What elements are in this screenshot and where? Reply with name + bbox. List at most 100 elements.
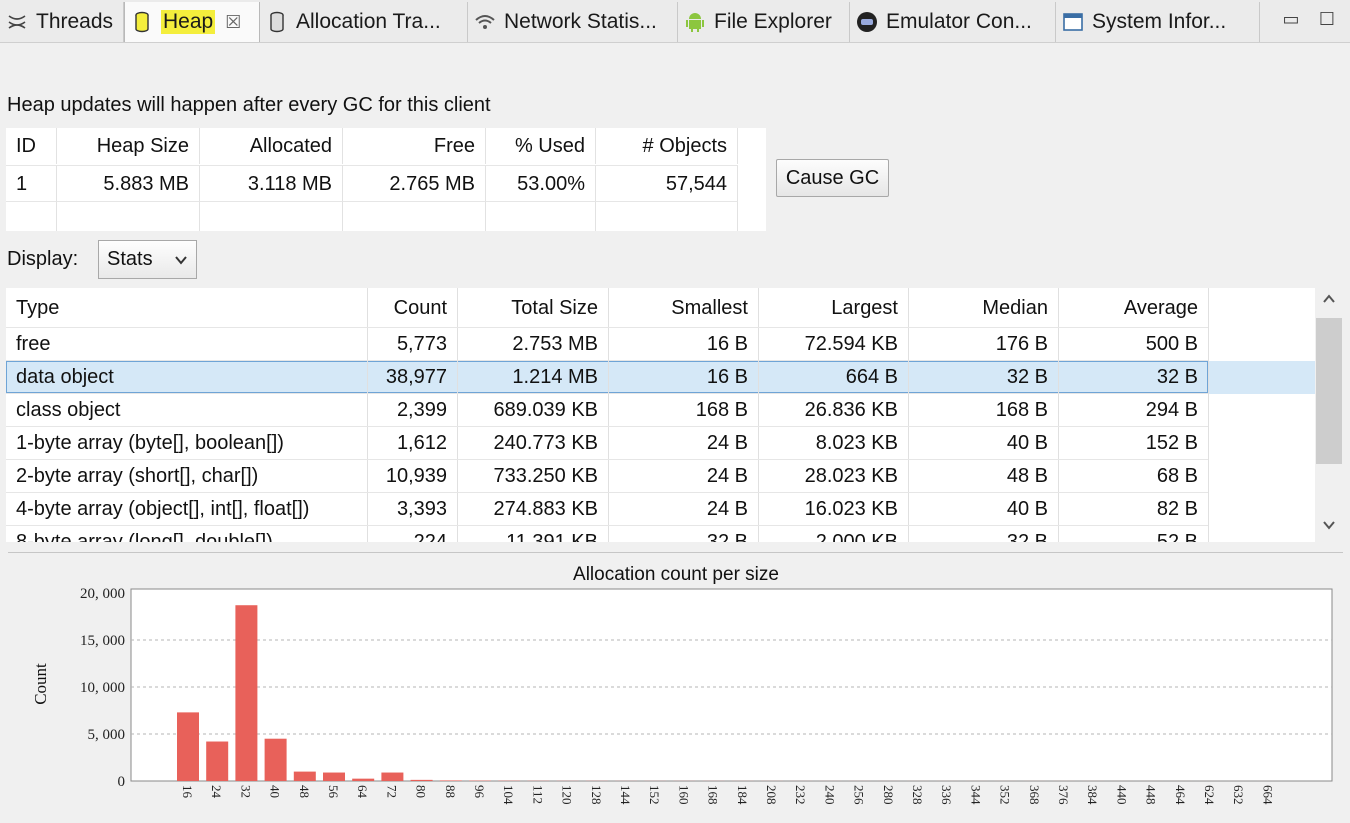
chevron-down-icon — [174, 250, 188, 273]
x-tick-label: 152 — [647, 785, 662, 805]
column-header[interactable]: Count — [368, 288, 458, 328]
tab-label: Allocation Tra... — [296, 10, 441, 34]
chart-bar — [323, 773, 345, 781]
column-header[interactable]: Smallest — [609, 288, 759, 328]
x-tick-label: 328 — [910, 785, 925, 805]
table-row[interactable]: class object2,399689.039 KB168 B26.836 K… — [6, 394, 1315, 427]
empty-cell — [486, 201, 596, 231]
window-icon — [1062, 11, 1084, 33]
x-tick-label: 440 — [1114, 785, 1129, 805]
cause-gc-button[interactable]: Cause GC — [776, 159, 889, 197]
x-tick-label: 184 — [735, 785, 750, 805]
column-header[interactable]: Largest — [759, 288, 909, 328]
scroll-up-icon[interactable] — [1315, 292, 1343, 310]
empty-cell — [6, 201, 57, 231]
table-cell: 82 B — [1059, 493, 1209, 526]
column-header[interactable]: Type — [6, 288, 368, 328]
android-icon — [684, 11, 706, 33]
table-cell: 68 B — [1059, 460, 1209, 493]
table-cell: 1,612 — [368, 427, 458, 460]
x-tick-label: 240 — [822, 785, 837, 805]
x-tick-label: 336 — [939, 785, 954, 805]
table-cell: 500 B — [1059, 328, 1209, 361]
table-cell: 168 B — [609, 394, 759, 427]
table-cell: 32 B — [609, 526, 759, 542]
table-cell: 2,399 — [368, 394, 458, 427]
x-tick-label: 144 — [618, 785, 633, 805]
table-row[interactable]: 2-byte array (short[], char[])10,939733.… — [6, 460, 1315, 493]
table-cell: 24 B — [609, 460, 759, 493]
y-tick-label: 5, 000 — [88, 727, 126, 743]
table-row[interactable]: 1-byte array (byte[], boolean[])1,612240… — [6, 427, 1315, 460]
table-cell: 48 B — [909, 460, 1059, 493]
wifi-icon — [474, 11, 496, 33]
table-cell: 8-byte array (long[], double[]) — [6, 526, 368, 542]
column-header: # Objects — [596, 128, 738, 164]
table-row[interactable]: free5,7732.753 MB16 B72.594 KB176 B500 B — [6, 328, 1315, 361]
table-cell: 28.023 KB — [759, 460, 909, 493]
maximize-icon[interactable]: ☐ — [1314, 6, 1340, 32]
vertical-scrollbar[interactable] — [1315, 288, 1343, 542]
heap-update-message: Heap updates will happen after every GC … — [7, 94, 491, 117]
chart-bar — [177, 712, 199, 781]
x-tick-label: 368 — [1027, 785, 1042, 805]
table-cell: 224 — [368, 526, 458, 542]
y-tick-label: 15, 000 — [80, 633, 125, 649]
column-header: % Used — [486, 128, 596, 164]
x-tick-label: 664 — [1260, 785, 1275, 805]
x-tick-label: 280 — [881, 785, 896, 805]
minimize-icon[interactable]: ▭ — [1278, 6, 1304, 32]
chart-bar — [294, 772, 316, 781]
table-row[interactable]: 4-byte array (object[], int[], float[])3… — [6, 493, 1315, 526]
scrollbar-thumb[interactable] — [1316, 318, 1342, 464]
table-cell: 8.023 KB — [759, 427, 909, 460]
column-header[interactable]: Median — [909, 288, 1059, 328]
table-cell: 32 B — [909, 526, 1059, 542]
table-cell: 1.214 MB — [458, 361, 609, 394]
x-tick-label: 40 — [268, 785, 283, 798]
heap-cylinder-icon — [131, 11, 153, 33]
table-cell: free — [6, 328, 368, 361]
x-tick-label: 120 — [560, 785, 575, 805]
tab-threads[interactable]: Threads — [0, 2, 124, 42]
column-header[interactable]: Average — [1059, 288, 1209, 328]
table-cell: 32 B — [1059, 361, 1209, 394]
chart-bar — [265, 739, 287, 781]
table-cell: 4-byte array (object[], int[], float[]) — [6, 493, 368, 526]
table-cell: data object — [6, 361, 368, 394]
table-row[interactable]: data object38,9771.214 MB16 B664 B32 B32… — [6, 361, 1315, 394]
tab-file-explorer[interactable]: File Explorer — [678, 2, 850, 42]
chart-bar — [235, 605, 257, 781]
chart-bar — [381, 773, 403, 781]
allocation-cylinder-icon — [266, 11, 288, 33]
tab-label: File Explorer — [714, 10, 832, 34]
x-tick-label: 168 — [706, 785, 721, 805]
tab-network-statistics[interactable]: Network Statis... — [468, 2, 678, 42]
tab-system-information[interactable]: System Infor... — [1056, 2, 1260, 42]
display-selected-value: Stats — [107, 248, 153, 271]
chart-bar — [440, 780, 462, 781]
tab-emulator-control[interactable]: Emulator Con... — [850, 2, 1056, 42]
table-cell: 274.883 KB — [458, 493, 609, 526]
table-row[interactable]: 8-byte array (long[], double[])22411.391… — [6, 526, 1315, 542]
display-select[interactable]: Stats — [98, 240, 197, 279]
x-tick-label: 232 — [793, 785, 808, 805]
allocation-stats-table[interactable]: Type Count Total Size Smallest Largest M… — [6, 288, 1315, 542]
empty-cell — [596, 201, 738, 231]
close-icon[interactable]: ☒ — [225, 12, 241, 33]
tab-heap[interactable]: Heap ☒ — [124, 2, 260, 42]
table-cell: 664 B — [759, 361, 909, 394]
y-tick-label: 20, 000 — [80, 586, 125, 602]
tab-allocation-tracker[interactable]: Allocation Tra... — [260, 2, 468, 42]
tab-label: Network Statis... — [504, 10, 657, 34]
table-cell: 3,393 — [368, 493, 458, 526]
y-tick-label: 0 — [118, 774, 126, 790]
x-tick-label: 104 — [501, 785, 516, 805]
scroll-down-icon[interactable] — [1315, 518, 1343, 536]
column-header[interactable]: Total Size — [458, 288, 609, 328]
chart-title: Allocation count per size — [573, 564, 779, 585]
tab-label: Threads — [36, 10, 113, 34]
x-tick-label: 56 — [326, 785, 341, 799]
x-tick-label: 24 — [209, 785, 224, 799]
table-cell: 40 B — [909, 493, 1059, 526]
